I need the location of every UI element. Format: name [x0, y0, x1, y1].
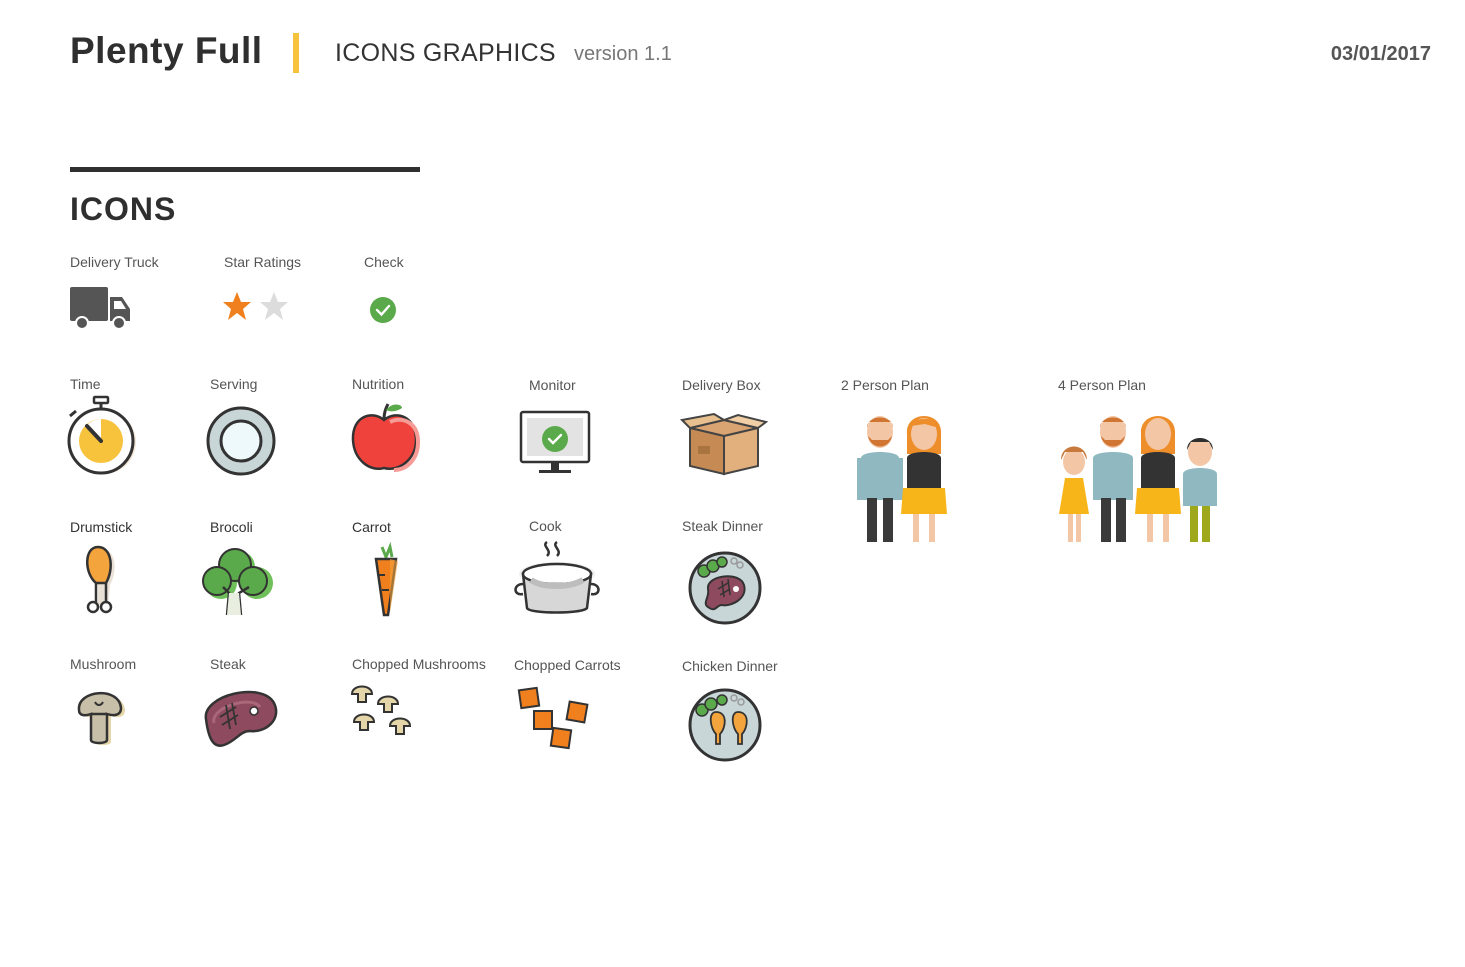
stopwatch-icon — [67, 395, 137, 478]
chopped-mushrooms-icon — [348, 682, 420, 748]
star-empty-icon — [259, 291, 289, 321]
carrot-label: Carrot — [352, 519, 391, 535]
date-label: 03/01/2017 — [1330, 43, 1431, 65]
four-person-plan-icon — [1055, 410, 1223, 546]
two-person-plan-icon — [855, 410, 955, 546]
star-filled-icon — [222, 291, 252, 321]
box-icon — [679, 412, 769, 478]
monitor-label: Monitor — [529, 377, 576, 393]
apple-icon — [350, 400, 422, 476]
cook-label: Cook — [529, 518, 562, 534]
chicken-dinner-icon — [686, 686, 764, 762]
brocoli-label: Brocoli — [210, 519, 253, 535]
check-icon — [369, 296, 397, 324]
mushroom-icon — [75, 684, 131, 748]
four-person-plan-label: 4 Person Plan — [1058, 377, 1146, 393]
delivery-box-label: Delivery Box — [682, 377, 761, 393]
chopped-carrots-label: Chopped Carrots — [514, 657, 621, 673]
two-person-plan-label: 2 Person Plan — [841, 377, 929, 393]
carrot-icon — [370, 541, 402, 617]
section-title: ICONS — [70, 191, 177, 227]
brand-divider — [293, 33, 299, 73]
brand-title: Plenty Full — [70, 30, 263, 71]
check-label: Check — [364, 254, 404, 270]
steak-dinner-icon — [686, 549, 764, 625]
serving-label: Serving — [210, 376, 258, 392]
delivery-truck-label: Delivery Truck — [70, 254, 159, 270]
steak-label: Steak — [210, 656, 246, 672]
chopped-mushrooms-label: Chopped Mushrooms — [352, 656, 486, 672]
mushroom-label: Mushroom — [70, 656, 137, 672]
page-subtitle: ICONS GRAPHICS — [335, 39, 556, 67]
steak-dinner-label: Steak Dinner — [682, 518, 763, 534]
star-ratings-label: Star Ratings — [224, 254, 302, 270]
drumstick-icon — [80, 545, 122, 617]
nutrition-label: Nutrition — [352, 376, 405, 392]
chicken-dinner-label: Chicken Dinner — [682, 658, 778, 674]
chopped-carrots-icon — [514, 685, 596, 751]
cooking-pot-icon — [513, 540, 601, 620]
plate-icon — [205, 405, 277, 477]
monitor-icon — [519, 409, 591, 475]
version-label: version 1.1 — [574, 43, 672, 65]
delivery-truck-icon — [70, 285, 132, 331]
section-rule — [70, 167, 420, 172]
steak-icon — [200, 683, 280, 749]
broccoli-icon — [199, 548, 277, 619]
drumstick-label: Drumstick — [70, 519, 133, 535]
time-label: Time — [70, 376, 101, 392]
